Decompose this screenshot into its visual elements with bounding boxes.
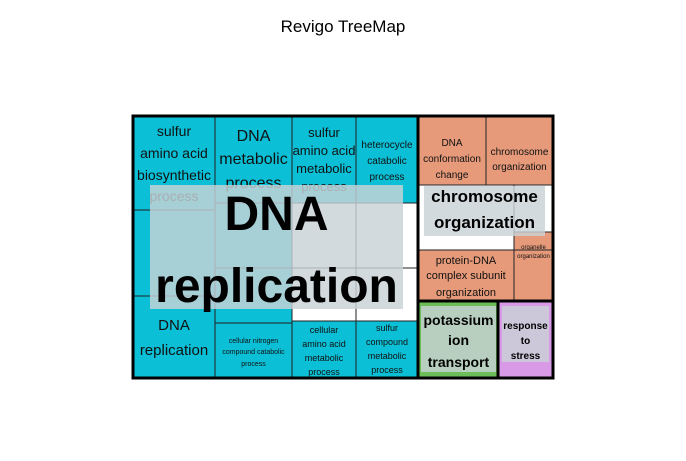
tile-label: compound catabolic <box>222 349 285 356</box>
tile-label: organization <box>517 254 550 260</box>
tile-label: organization <box>492 162 546 173</box>
tile-label: organization <box>436 287 496 299</box>
tile-label: metabolic <box>296 161 352 176</box>
group-label: replication <box>155 260 398 313</box>
tile-label: DNA <box>237 128 271 145</box>
tile-label: DNA <box>441 138 462 149</box>
tile-label: process <box>308 367 340 377</box>
tile-label: biosynthetic <box>137 167 211 183</box>
tile-label: heterocycle <box>361 140 413 151</box>
tile-label: chromosome <box>491 147 549 158</box>
group-label: to <box>521 336 530 347</box>
tile-label: DNA <box>158 317 190 334</box>
group-label: transport <box>428 354 490 370</box>
tile-label: process <box>369 172 404 183</box>
group-label: DNA <box>225 188 329 241</box>
tile-label: amino acid <box>293 143 356 158</box>
tile-label: amino acid <box>140 145 208 161</box>
tile-label: protein-DNA <box>436 255 497 267</box>
chart-title: Revigo TreeMap <box>281 17 406 36</box>
tile-label: complex subunit <box>426 270 506 282</box>
tile-label: sulfur <box>157 123 192 139</box>
tile-label: compound <box>366 337 408 347</box>
tile-label: metabolic <box>305 353 344 363</box>
tile-label: conformation <box>423 154 481 165</box>
treemap-tile <box>513 231 554 302</box>
tile-label: change <box>436 170 469 181</box>
tile-label: amino acid <box>302 339 346 349</box>
group-label: response <box>503 321 548 332</box>
tile-label: metabolic <box>219 151 287 168</box>
tile-label: process <box>241 361 266 368</box>
tile-label: sulfur <box>376 323 398 333</box>
tile-label: replication <box>140 342 208 359</box>
tile-label: process <box>371 365 403 375</box>
tile-label: sulfur <box>308 125 340 140</box>
treemap-chart: Revigo TreeMap sulfur amino acid biosynthe… <box>131 17 555 380</box>
group-label: potassium <box>423 312 493 328</box>
group-label: stress <box>511 351 541 362</box>
group-label: organization <box>434 213 535 232</box>
tile-label: cellular nitrogen <box>229 338 279 345</box>
tile-label: cellular <box>310 325 339 335</box>
tile-label: metabolic <box>368 351 407 361</box>
tile-label: catabolic <box>367 156 406 167</box>
group-label: chromosome <box>431 187 538 206</box>
group-label: ion <box>448 332 469 348</box>
